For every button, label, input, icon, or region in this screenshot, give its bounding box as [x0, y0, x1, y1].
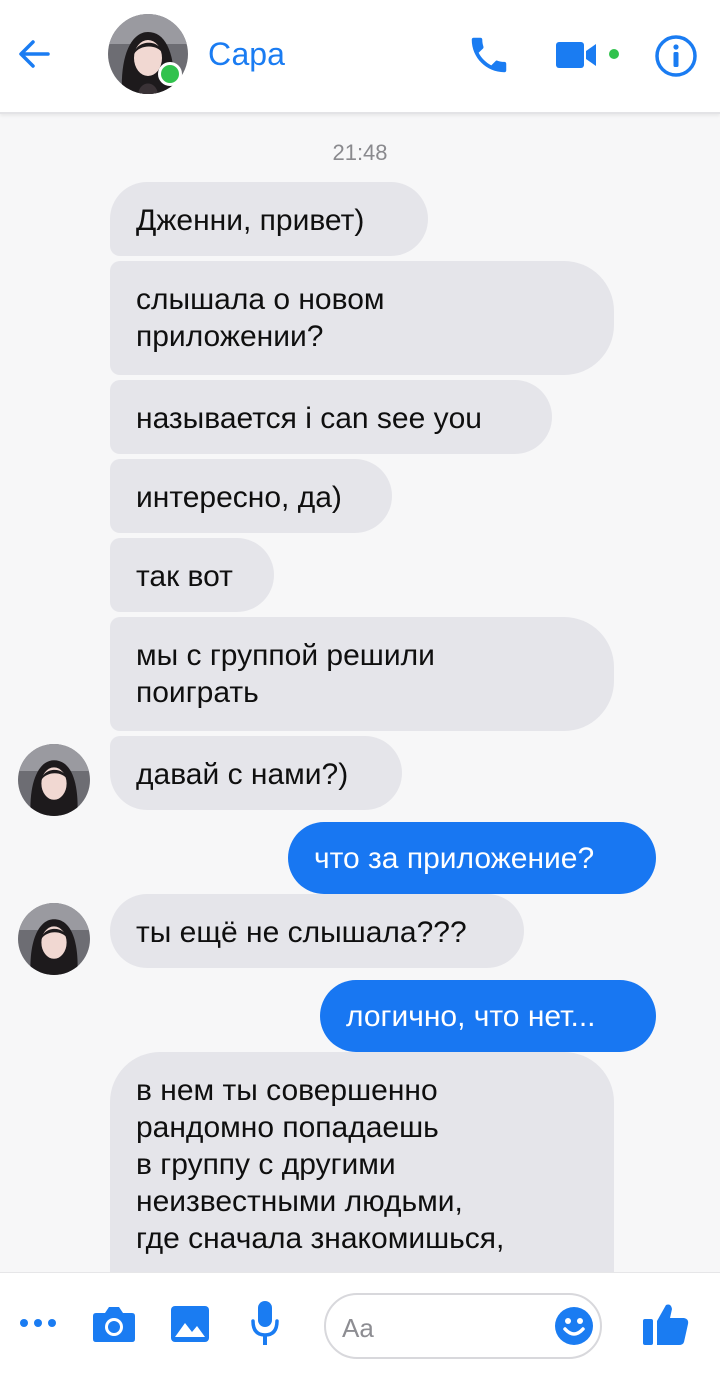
chat-header: Сара — [0, 0, 720, 114]
image-icon[interactable] — [170, 1305, 210, 1343]
online-status-dot — [158, 62, 182, 86]
emoji-icon[interactable] — [554, 1306, 594, 1346]
info-icon[interactable] — [654, 34, 698, 78]
message-input-box[interactable] — [324, 1293, 602, 1359]
incoming-message[interactable]: давай с нами?) — [110, 736, 402, 810]
incoming-message[interactable]: так вот — [110, 538, 274, 612]
message-input[interactable] — [340, 1309, 544, 1347]
sender-avatar[interactable] — [18, 744, 90, 816]
video-camera-icon[interactable] — [556, 38, 598, 72]
microphone-icon[interactable] — [250, 1299, 280, 1347]
phone-icon[interactable] — [466, 32, 512, 78]
outgoing-message[interactable]: что за приложение? — [288, 822, 656, 894]
incoming-message[interactable]: мы с группой решили поиграть — [110, 617, 614, 731]
incoming-message[interactable]: в нем ты совершенно рандомно попадаешь в… — [110, 1052, 614, 1282]
outgoing-message[interactable]: логично, что нет... — [320, 980, 656, 1052]
message-composer — [0, 1272, 720, 1375]
more-icon[interactable] — [18, 1311, 58, 1335]
incoming-message[interactable]: называется i can see you — [110, 380, 552, 454]
thumbs-up-icon[interactable] — [642, 1301, 690, 1347]
sender-avatar[interactable] — [18, 903, 90, 975]
incoming-message[interactable]: Дженни, привет) — [110, 182, 428, 256]
incoming-message[interactable]: интересно, да) — [110, 459, 392, 533]
incoming-message[interactable]: слышала о новом приложении? — [110, 261, 614, 375]
contact-name[interactable]: Сара — [208, 36, 285, 73]
message-timestamp: 21:48 — [332, 140, 388, 165]
video-active-dot — [609, 49, 619, 59]
incoming-message[interactable]: ты ещё не слышала??? — [110, 894, 524, 968]
camera-icon[interactable] — [92, 1305, 136, 1343]
back-arrow-icon[interactable] — [14, 32, 58, 76]
